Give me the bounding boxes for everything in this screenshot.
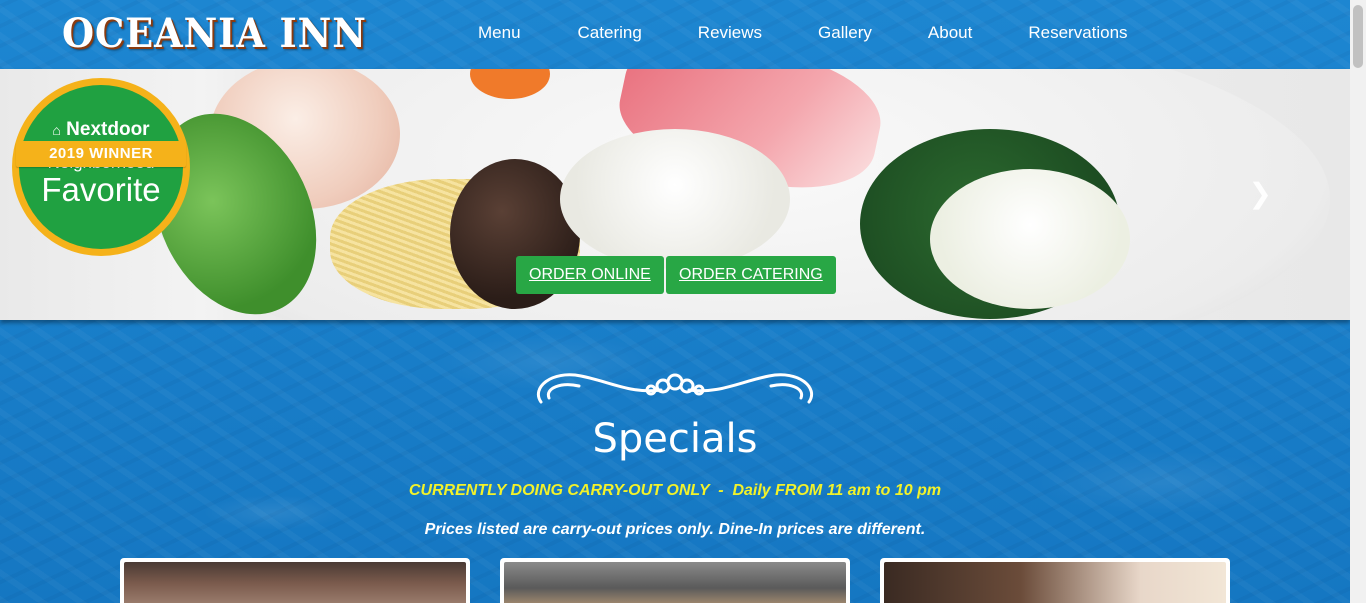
- page-scrollbar[interactable]: [1350, 0, 1366, 603]
- prices-note: Prices listed are carry-out prices only.…: [424, 521, 926, 538]
- house-icon: ⌂: [52, 122, 61, 138]
- site-header: OCEANIA INN Menu Catering Reviews Galler…: [0, 0, 1350, 69]
- special-image: [504, 562, 846, 603]
- badge-line2: Favorite: [41, 171, 161, 208]
- nextdoor-badge: ⌂ Nextdoor Neighborhood Favorite: [12, 78, 190, 256]
- nav-catering[interactable]: Catering: [578, 23, 642, 43]
- specials-title: Specials: [592, 416, 758, 462]
- food-onion: [930, 169, 1130, 309]
- special-card[interactable]: [500, 558, 850, 603]
- order-catering-button[interactable]: ORDER CATERING: [666, 256, 836, 294]
- special-card[interactable]: [880, 558, 1230, 603]
- special-image: [124, 562, 466, 603]
- special-image: [884, 562, 1226, 603]
- badge-brand-text: Nextdoor: [66, 119, 150, 140]
- badge-brand: ⌂ Nextdoor: [19, 119, 183, 141]
- special-card[interactable]: [120, 558, 470, 603]
- chevron-right-icon[interactable]: ❯: [1249, 177, 1272, 210]
- flourish-divider: [537, 373, 813, 404]
- badge-inner: ⌂ Nextdoor Neighborhood Favorite: [19, 85, 183, 249]
- nav-menu[interactable]: Menu: [478, 23, 521, 43]
- nav-reservations[interactable]: Reservations: [1028, 23, 1127, 43]
- food-scallop: [560, 129, 790, 269]
- nav-reviews[interactable]: Reviews: [698, 23, 762, 43]
- nav-gallery[interactable]: Gallery: [818, 23, 872, 43]
- order-online-button[interactable]: ORDER ONLINE: [516, 256, 664, 294]
- badge-ribbon: 2019 WINNER: [16, 141, 186, 167]
- site-logo[interactable]: OCEANIA INN: [62, 10, 367, 57]
- carryout-notice: CURRENTLY DOING CARRY-OUT ONLY - Daily F…: [408, 482, 942, 499]
- nav-about[interactable]: About: [928, 23, 972, 43]
- scrollbar-thumb[interactable]: [1353, 5, 1363, 68]
- main-nav: Menu Catering Reviews Gallery About Rese…: [478, 23, 1128, 43]
